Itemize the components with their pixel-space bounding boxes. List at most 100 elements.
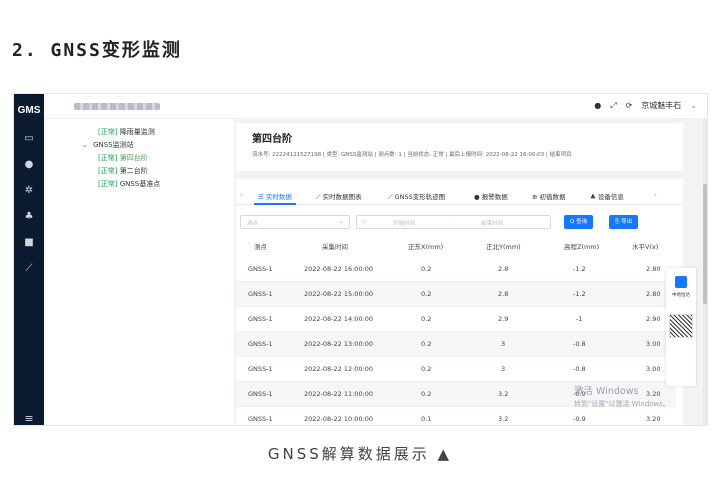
- tab-alarm[interactable]: ● 报警数据: [474, 191, 508, 201]
- cell-time: 2022-08-22 16:00:00: [304, 265, 374, 273]
- station-title: 第四台阶: [252, 134, 292, 145]
- tree-group[interactable]: ⌄ GNSS监测站: [82, 140, 134, 150]
- date-range-picker[interactable]: ◷ 开始时间 - 结束时间: [356, 215, 551, 229]
- refresh-icon[interactable]: ⟳: [626, 101, 633, 110]
- cell-y: 3: [501, 340, 506, 348]
- tab-device[interactable]: ♣ 设备信息: [590, 191, 624, 201]
- team-icon[interactable]: ♣: [14, 204, 44, 230]
- brand-label: 中地恒达: [672, 293, 690, 298]
- floating-widget[interactable]: 中地恒达: [666, 268, 696, 386]
- app-screenshot: GMS ▭ ● ✲ ♣ ■ ⟋ ≡ ● ⤢ ⟳ 京城魅丰石 ⌄ [正常] 降雨量…: [13, 93, 708, 426]
- cell-v: 2.90: [646, 315, 661, 323]
- scrollbar[interactable]: [703, 119, 707, 425]
- globe-icon: ⊕: [532, 193, 538, 201]
- tab-label: 设备信息: [597, 193, 624, 201]
- tree-item-label: GNSS基准点: [119, 180, 161, 188]
- export-button[interactable]: ⎘ 导出: [609, 215, 639, 229]
- cell-time: 2022-08-22 13:00:00: [304, 340, 374, 348]
- blurred-title: [74, 103, 160, 110]
- cell-y: 3.2: [498, 390, 509, 398]
- column-header[interactable]: 测点: [254, 237, 267, 257]
- clock-icon: ◷: [362, 219, 367, 225]
- tab-bar: ‹ ☰ 实时数据 ⟋ 实时数据图表 ⟋ GNSS变形轨迹图 ● 报警数据 ⊕ 初…: [236, 189, 683, 205]
- cell-point: GNSS-1: [248, 290, 273, 298]
- chart-icon[interactable]: ⟋: [14, 256, 44, 282]
- list-icon: ☰: [258, 193, 264, 201]
- cell-v: 2.80: [646, 265, 661, 273]
- user-icon[interactable]: ●: [14, 152, 44, 178]
- tree-item[interactable]: [正常] GNSS基准点: [98, 179, 160, 189]
- table-row[interactable]: GNSS-1 2022-08-22 12:00:00 0.2 3 -0.8 3.…: [236, 357, 676, 382]
- side-nav: GMS ▭ ● ✲ ♣ ■ ⟋ ≡: [14, 94, 44, 425]
- tab-label: 实时数据图表: [322, 193, 362, 201]
- table-row[interactable]: GNSS-1 2022-08-22 15:00:00 0.2 2.8 -1.2 …: [236, 282, 676, 307]
- cell-y: 2.9: [498, 315, 509, 323]
- tree-item[interactable]: [正常] 降雨量监测: [98, 127, 155, 137]
- cell-x: 0.2: [421, 265, 432, 273]
- query-button[interactable]: Q 查询: [564, 215, 594, 229]
- settings-icon[interactable]: ✲: [14, 178, 44, 204]
- cell-z: -0.8: [573, 365, 586, 373]
- cell-y: 3: [501, 365, 506, 373]
- start-time-input[interactable]: 开始时间: [393, 219, 415, 227]
- watermark-line2: 转到"设置"以激活 Windows。: [574, 400, 670, 408]
- cell-time: 2022-08-22 14:00:00: [304, 315, 374, 323]
- table-row[interactable]: GNSS-1 2022-08-22 16:00:00 0.2 2.8 -1.2 …: [236, 257, 676, 282]
- column-header[interactable]: 正东X(mm): [408, 237, 443, 257]
- point-select[interactable]: 测点 ⌄: [240, 215, 350, 229]
- watermark-line1: 激活 Windows: [574, 386, 639, 397]
- cell-point: GNSS-1: [248, 365, 273, 373]
- cell-point: GNSS-1: [248, 265, 273, 273]
- tab-label: 报警数据: [481, 193, 508, 201]
- cell-time: 2022-08-22 11:00:00: [304, 390, 374, 398]
- scroll-thumb[interactable]: [703, 184, 707, 304]
- cell-v: 3.00: [646, 340, 661, 348]
- cell-v: 3.00: [646, 365, 661, 373]
- chevron-right-icon[interactable]: ›: [654, 191, 657, 199]
- cell-point: GNSS-1: [248, 340, 273, 348]
- section-heading: 2. GNSS变形监测: [12, 40, 182, 61]
- cell-x: 0.2: [421, 390, 432, 398]
- user-name[interactable]: 京城魅丰石: [641, 100, 681, 111]
- tree-item[interactable]: [正常] 第二台阶: [98, 166, 148, 176]
- tab-realtime[interactable]: ☰ 实时数据: [258, 191, 292, 201]
- cell-point: GNSS-1: [248, 315, 273, 323]
- table-row[interactable]: GNSS-1 2022-08-22 13:00:00 0.2 3 -0.8 3.…: [236, 332, 676, 357]
- fullscreen-icon[interactable]: ⤢: [610, 101, 616, 111]
- table-header: 测点 采集时间 正东X(mm) 正北Y(mm) 高程Z(mm) 水平V(x): [236, 237, 676, 257]
- chevron-down-icon[interactable]: ⌄: [690, 101, 697, 110]
- tree-item-label: 第二台阶: [119, 167, 148, 175]
- tab-realtime-chart[interactable]: ⟋ 实时数据图表: [316, 191, 362, 202]
- tree-item-selected[interactable]: [正常] 第四台阶: [98, 153, 148, 163]
- tab-gnss-track[interactable]: ⟋ GNSS变形轨迹图: [388, 191, 445, 202]
- chevron-left-icon[interactable]: ‹: [240, 191, 243, 199]
- column-header[interactable]: 高程Z(mm): [564, 237, 599, 257]
- cell-z: -1.2: [573, 290, 586, 298]
- tree-item-label: GNSS监测站: [93, 141, 134, 149]
- cell-v: 2.80: [646, 290, 661, 298]
- cell-time: 2022-08-22 10:00:00: [304, 415, 374, 423]
- end-time-input[interactable]: 结束时间: [481, 219, 503, 227]
- cell-y: 3.2: [498, 415, 509, 423]
- cell-z: -0.8: [573, 340, 586, 348]
- bell-icon[interactable]: ●: [594, 101, 601, 110]
- column-header[interactable]: 采集时间: [322, 237, 348, 257]
- qr-code-icon: [669, 314, 693, 338]
- tab-label: GNSS变形轨迹图: [394, 193, 446, 201]
- video-icon[interactable]: ■: [14, 230, 44, 256]
- cell-z: -1.2: [573, 265, 586, 273]
- cell-x: 0.1: [421, 415, 432, 423]
- tab-initial[interactable]: ⊕ 初值数据: [532, 191, 566, 201]
- menu-toggle-icon[interactable]: ≡: [14, 412, 44, 425]
- chevron-down-icon[interactable]: ⌄: [82, 141, 88, 149]
- cell-y: 2.8: [498, 290, 509, 298]
- column-header[interactable]: 正北Y(mm): [486, 237, 521, 257]
- app-logo: GMS: [17, 105, 41, 116]
- cell-x: 0.2: [421, 315, 432, 323]
- status-tag: [正常]: [98, 128, 118, 136]
- column-header[interactable]: 水平V(x): [632, 237, 658, 257]
- cell-x: 0.2: [421, 340, 432, 348]
- table-row[interactable]: GNSS-1 2022-08-22 14:00:00 0.2 2.9 -1 2.…: [236, 307, 676, 332]
- station-info-card: 第四台阶 流水号: 22224121527198 | 类型: GNSS监测站 |…: [236, 123, 683, 171]
- monitor-icon[interactable]: ▭: [14, 126, 44, 152]
